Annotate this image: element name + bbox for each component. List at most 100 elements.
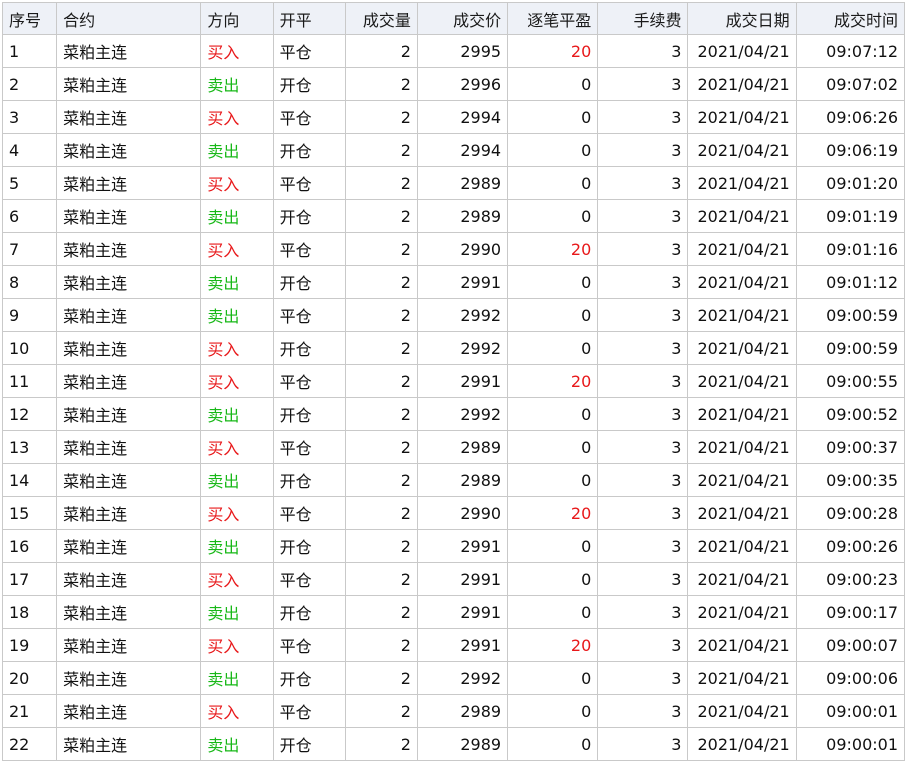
cell-direction: 卖出 [200, 133, 274, 167]
cell-fee: 3 [597, 133, 689, 167]
cell-no: 18 [1, 595, 58, 629]
cell-price: 2996 [416, 67, 509, 101]
cell-volume: 2 [344, 496, 418, 530]
col-header-pnl[interactable]: 逐笔平盈 [507, 2, 599, 35]
col-header-no[interactable]: 序号 [1, 2, 58, 35]
cell-pnl: 0 [507, 100, 599, 134]
cell-contract: 菜粕主连 [56, 661, 202, 695]
table-row[interactable]: 11 菜粕主连 买入 平仓 2 2991 20 3 2021/04/21 09:00:55 [1, 364, 906, 398]
cell-volume: 2 [344, 331, 418, 365]
table-row[interactable]: 12 菜粕主连 卖出 开仓 2 2992 0 3 2021/04/21 09:00:52 [1, 397, 906, 431]
cell-price: 2991 [416, 529, 509, 563]
col-header-time[interactable]: 成交时间 [795, 2, 906, 35]
cell-price: 2992 [416, 331, 509, 365]
cell-fee: 3 [597, 529, 689, 563]
col-header-fee[interactable]: 手续费 [597, 2, 689, 35]
cell-direction: 买入 [200, 232, 274, 266]
cell-no: 2 [1, 67, 58, 101]
cell-time: 09:06:26 [795, 100, 906, 134]
table-row[interactable]: 2 菜粕主连 卖出 开仓 2 2996 0 3 2021/04/21 09:07:02 [1, 67, 906, 101]
cell-price: 2991 [416, 562, 509, 596]
cell-open-close: 平仓 [272, 100, 346, 134]
cell-date: 2021/04/21 [687, 67, 797, 101]
table-row[interactable]: 20 菜粕主连 卖出 开仓 2 2992 0 3 2021/04/21 09:00:06 [1, 661, 906, 695]
cell-volume: 2 [344, 34, 418, 68]
cell-price: 2990 [416, 496, 509, 530]
cell-no: 11 [1, 364, 58, 398]
cell-contract: 菜粕主连 [56, 232, 202, 266]
cell-contract: 菜粕主连 [56, 529, 202, 563]
table-row[interactable]: 15 菜粕主连 买入 平仓 2 2990 20 3 2021/04/21 09:00:28 [1, 496, 906, 530]
cell-open-close: 平仓 [272, 694, 346, 728]
cell-time: 09:00:59 [795, 331, 906, 365]
cell-time: 09:07:12 [795, 34, 906, 68]
table-row[interactable]: 13 菜粕主连 买入 平仓 2 2989 0 3 2021/04/21 09:00:37 [1, 430, 906, 464]
table-row[interactable]: 4 菜粕主连 卖出 开仓 2 2994 0 3 2021/04/21 09:06:19 [1, 133, 906, 167]
table-row[interactable]: 5 菜粕主连 买入 平仓 2 2989 0 3 2021/04/21 09:01:20 [1, 166, 906, 200]
cell-volume: 2 [344, 166, 418, 200]
cell-volume: 2 [344, 100, 418, 134]
cell-fee: 3 [597, 166, 689, 200]
table-row[interactable]: 17 菜粕主连 买入 平仓 2 2991 0 3 2021/04/21 09:00:23 [1, 562, 906, 596]
cell-contract: 菜粕主连 [56, 199, 202, 233]
table-row[interactable]: 14 菜粕主连 卖出 开仓 2 2989 0 3 2021/04/21 09:00:35 [1, 463, 906, 497]
cell-time: 09:00:37 [795, 430, 906, 464]
col-header-contract[interactable]: 合约 [56, 2, 202, 35]
col-header-volume[interactable]: 成交量 [344, 2, 418, 35]
table-row[interactable]: 8 菜粕主连 卖出 开仓 2 2991 0 3 2021/04/21 09:01:12 [1, 265, 906, 299]
cell-price: 2989 [416, 430, 509, 464]
table-row[interactable]: 3 菜粕主连 买入 平仓 2 2994 0 3 2021/04/21 09:06:26 [1, 100, 906, 134]
cell-contract: 菜粕主连 [56, 133, 202, 167]
cell-volume: 2 [344, 463, 418, 497]
col-header-date[interactable]: 成交日期 [687, 2, 797, 35]
cell-time: 09:00:17 [795, 595, 906, 629]
cell-no: 3 [1, 100, 58, 134]
table-row[interactable]: 1 菜粕主连 买入 平仓 2 2995 20 3 2021/04/21 09:07:12 [1, 34, 906, 68]
cell-no: 19 [1, 628, 58, 662]
table-row[interactable]: 10 菜粕主连 买入 开仓 2 2992 0 3 2021/04/21 09:00:59 [1, 331, 906, 365]
cell-open-close: 开仓 [272, 397, 346, 431]
cell-pnl: 20 [507, 496, 599, 530]
cell-date: 2021/04/21 [687, 34, 797, 68]
cell-no: 1 [1, 34, 58, 68]
cell-open-close: 开仓 [272, 595, 346, 629]
table-row[interactable]: 19 菜粕主连 买入 平仓 2 2991 20 3 2021/04/21 09:00:07 [1, 628, 906, 662]
trade-record-table: 序号 合约 方向 开平 成交量 成交价 逐笔平盈 手续费 成交日期 成交时间 1… [1, 2, 906, 761]
cell-fee: 3 [597, 595, 689, 629]
cell-volume: 2 [344, 133, 418, 167]
table-row[interactable]: 16 菜粕主连 卖出 开仓 2 2991 0 3 2021/04/21 09:00:26 [1, 529, 906, 563]
cell-contract: 菜粕主连 [56, 100, 202, 134]
cell-pnl: 0 [507, 199, 599, 233]
col-header-open-close[interactable]: 开平 [272, 2, 346, 35]
cell-direction: 买入 [200, 562, 274, 596]
cell-pnl: 0 [507, 331, 599, 365]
cell-contract: 菜粕主连 [56, 166, 202, 200]
cell-fee: 3 [597, 496, 689, 530]
cell-fee: 3 [597, 100, 689, 134]
cell-time: 09:01:19 [795, 199, 906, 233]
col-header-price[interactable]: 成交价 [416, 2, 509, 35]
table-row[interactable]: 9 菜粕主连 卖出 平仓 2 2992 0 3 2021/04/21 09:00:59 [1, 298, 906, 332]
cell-direction: 卖出 [200, 67, 274, 101]
cell-volume: 2 [344, 298, 418, 332]
cell-date: 2021/04/21 [687, 628, 797, 662]
cell-pnl: 20 [507, 628, 599, 662]
table-row[interactable]: 18 菜粕主连 卖出 开仓 2 2991 0 3 2021/04/21 09:00:17 [1, 595, 906, 629]
cell-volume: 2 [344, 562, 418, 596]
table-row[interactable]: 21 菜粕主连 买入 平仓 2 2989 0 3 2021/04/21 09:00:01 [1, 694, 906, 728]
cell-fee: 3 [597, 661, 689, 695]
cell-no: 14 [1, 463, 58, 497]
table-row[interactable]: 6 菜粕主连 卖出 开仓 2 2989 0 3 2021/04/21 09:01:19 [1, 199, 906, 233]
cell-volume: 2 [344, 364, 418, 398]
col-header-direction[interactable]: 方向 [200, 2, 274, 35]
cell-price: 2994 [416, 133, 509, 167]
cell-price: 2991 [416, 628, 509, 662]
cell-date: 2021/04/21 [687, 430, 797, 464]
cell-price: 2989 [416, 463, 509, 497]
cell-date: 2021/04/21 [687, 133, 797, 167]
cell-date: 2021/04/21 [687, 397, 797, 431]
table-row[interactable]: 7 菜粕主连 买入 平仓 2 2990 20 3 2021/04/21 09:01:16 [1, 232, 906, 266]
cell-open-close: 平仓 [272, 364, 346, 398]
cell-direction: 买入 [200, 34, 274, 68]
cell-volume: 2 [344, 265, 418, 299]
